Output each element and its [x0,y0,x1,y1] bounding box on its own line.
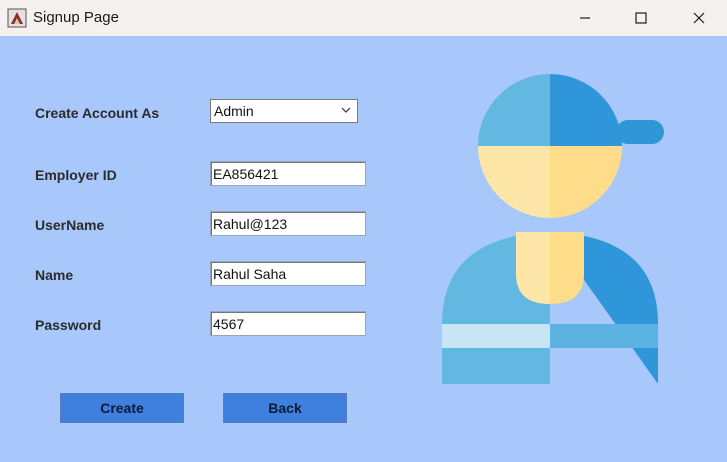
create-button[interactable]: Create [60,393,184,423]
signup-panel: Create Account As Admin Employer ID User… [0,36,727,462]
account-type-label: Create Account As [35,105,160,121]
username-label: UserName [35,217,105,233]
chevron-down-icon [341,107,351,113]
name-label: Name [35,267,74,283]
name-field[interactable] [210,261,366,286]
close-button[interactable] [671,0,727,36]
back-button[interactable]: Back [223,393,347,423]
user-avatar-icon [442,74,664,384]
employer-id-field[interactable] [210,161,366,186]
java-app-icon [7,8,27,28]
username-field[interactable] [210,211,366,236]
minimize-button[interactable] [557,0,613,36]
minimize-icon [580,17,590,19]
window-title: Signup Page [33,9,119,26]
password-label: Password [35,317,102,333]
maximize-button[interactable] [613,0,669,36]
password-field[interactable] [210,311,366,336]
employer-id-label: Employer ID [35,167,117,183]
account-type-select[interactable]: Admin [210,99,358,123]
maximize-icon [635,12,647,24]
title-bar: Signup Page [0,0,727,36]
account-type-value: Admin [214,103,254,119]
close-icon [693,12,705,24]
